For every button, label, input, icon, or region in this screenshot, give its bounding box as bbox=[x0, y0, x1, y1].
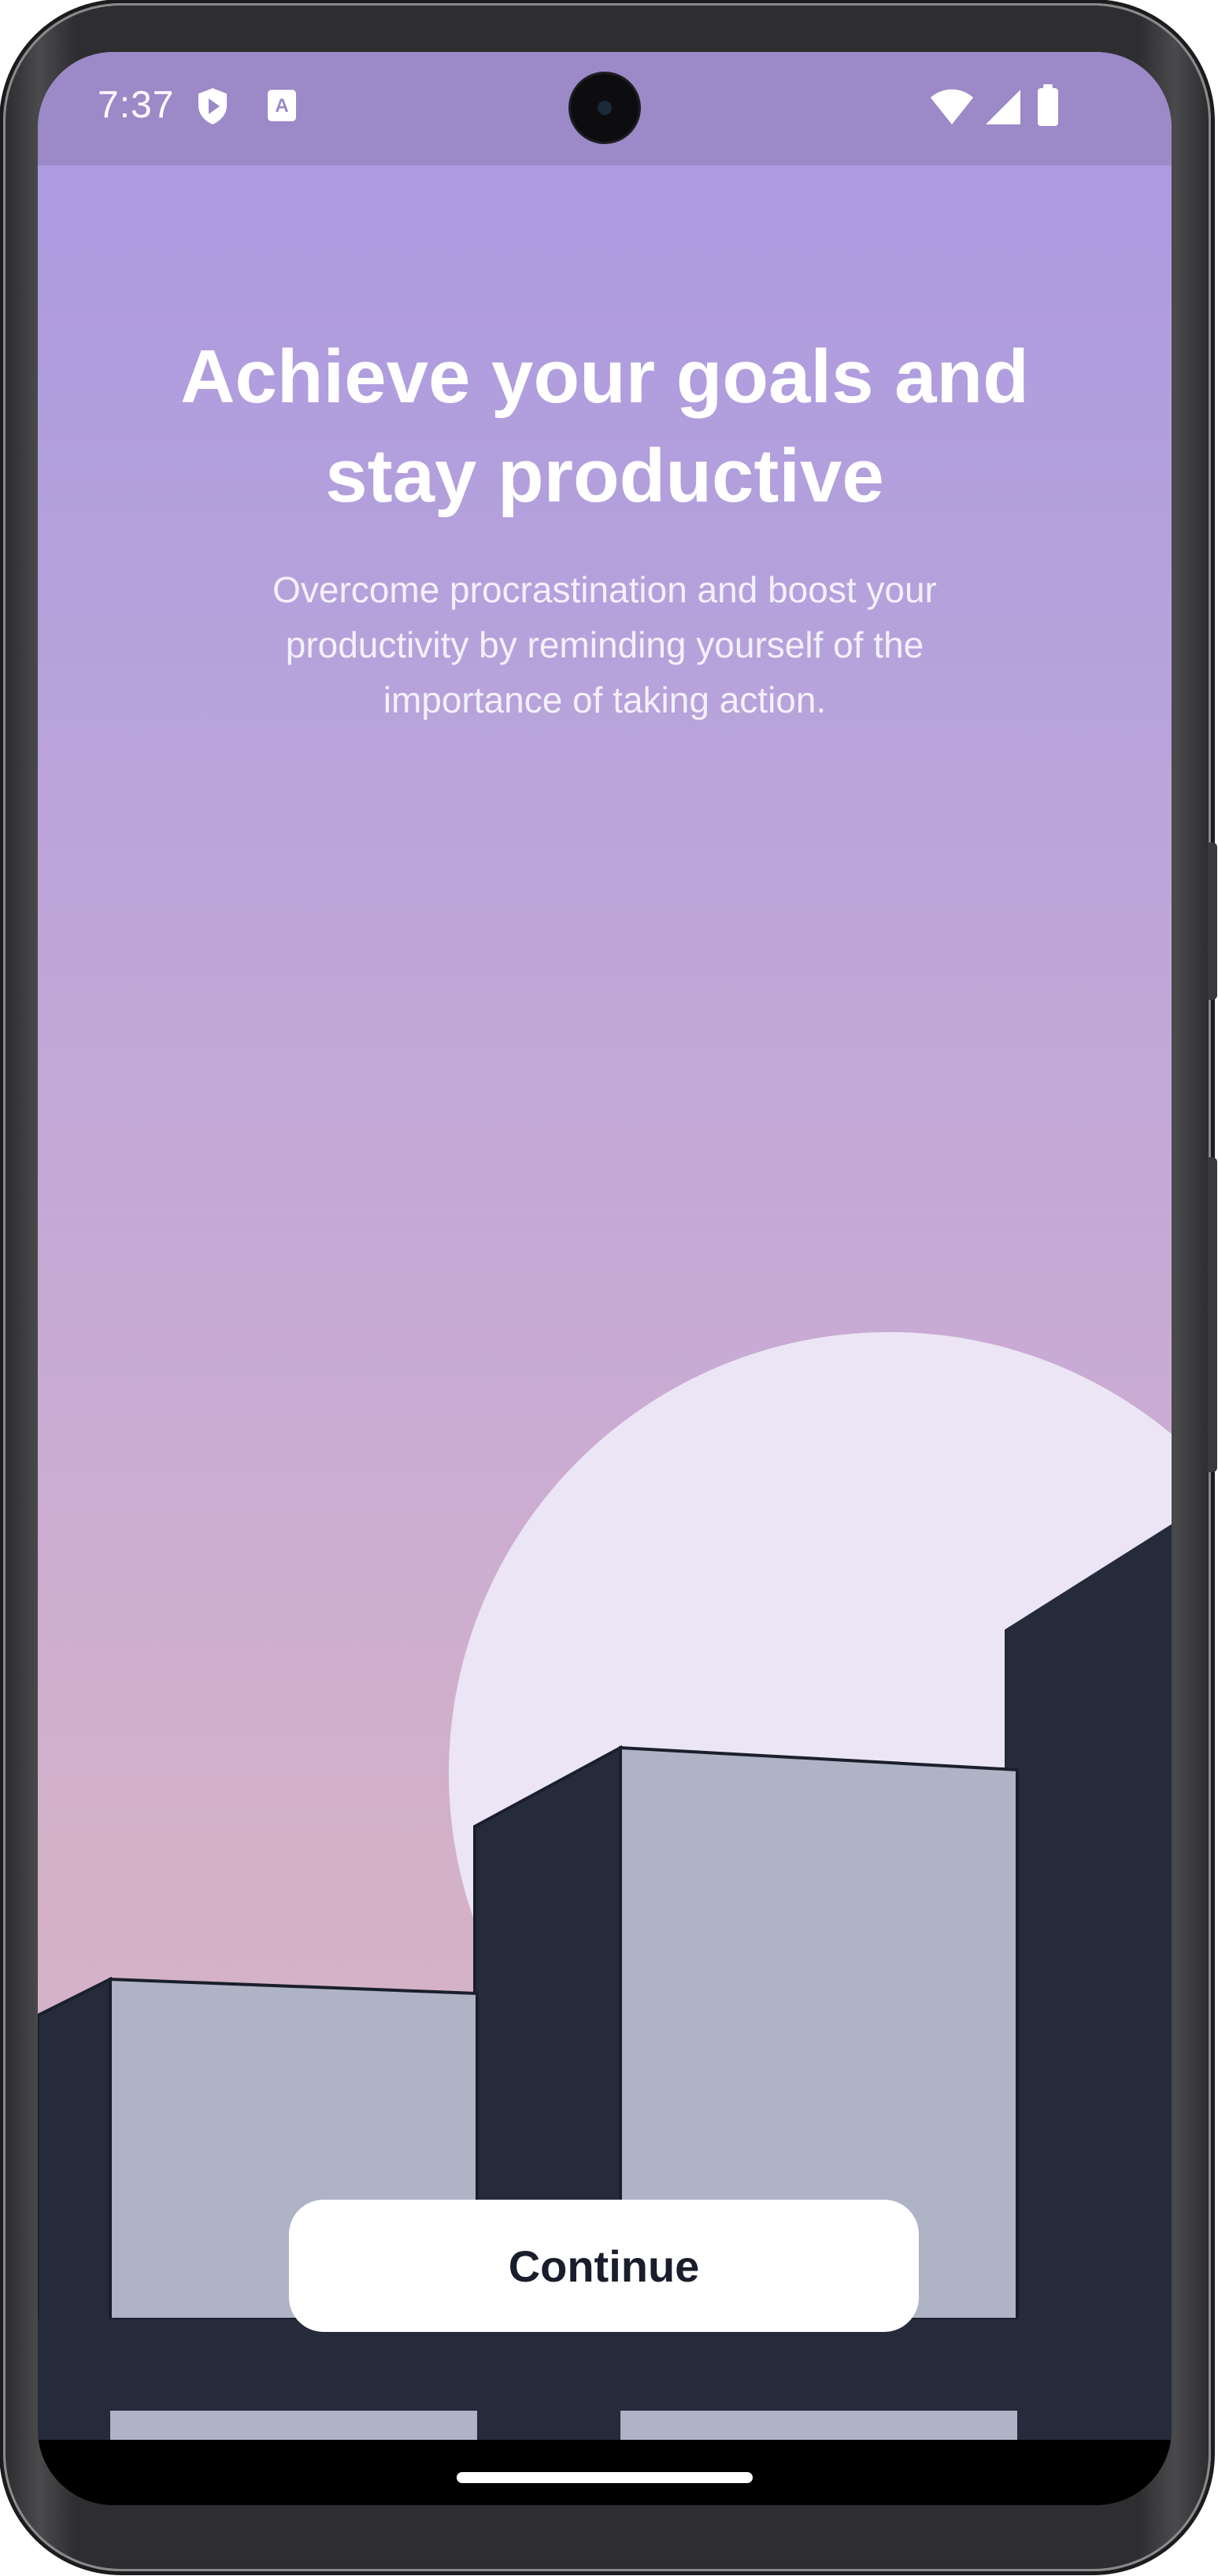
wifi-icon bbox=[931, 89, 973, 124]
volume-button bbox=[1208, 1157, 1217, 1472]
device-frame: 7:37 A Achieve your goals and stay produ… bbox=[0, 0, 1218, 2576]
home-indicator[interactable] bbox=[457, 2472, 753, 2483]
right-building bbox=[1005, 1524, 1172, 2440]
accessibility-a-icon: A bbox=[268, 90, 296, 121]
front-camera bbox=[571, 74, 639, 142]
lower-window-left bbox=[110, 2411, 477, 2440]
cellular-signal-icon bbox=[986, 90, 1020, 124]
onboarding-description: Overcome procrastination and boost your … bbox=[272, 569, 937, 720]
camera-lens bbox=[598, 101, 612, 115]
shield-play-icon bbox=[198, 88, 227, 124]
screen: 7:37 A Achieve your goals and stay produ… bbox=[38, 52, 1172, 2505]
svg-text:A: A bbox=[275, 95, 288, 117]
battery-icon bbox=[1038, 84, 1058, 126]
onboarding-title: Achieve your goals and stay productive bbox=[180, 335, 1029, 518]
status-time: 7:37 bbox=[98, 84, 175, 126]
power-button bbox=[1208, 842, 1217, 1000]
continue-button[interactable]: Continue bbox=[289, 2200, 919, 2332]
lower-window-right bbox=[620, 2411, 1017, 2440]
